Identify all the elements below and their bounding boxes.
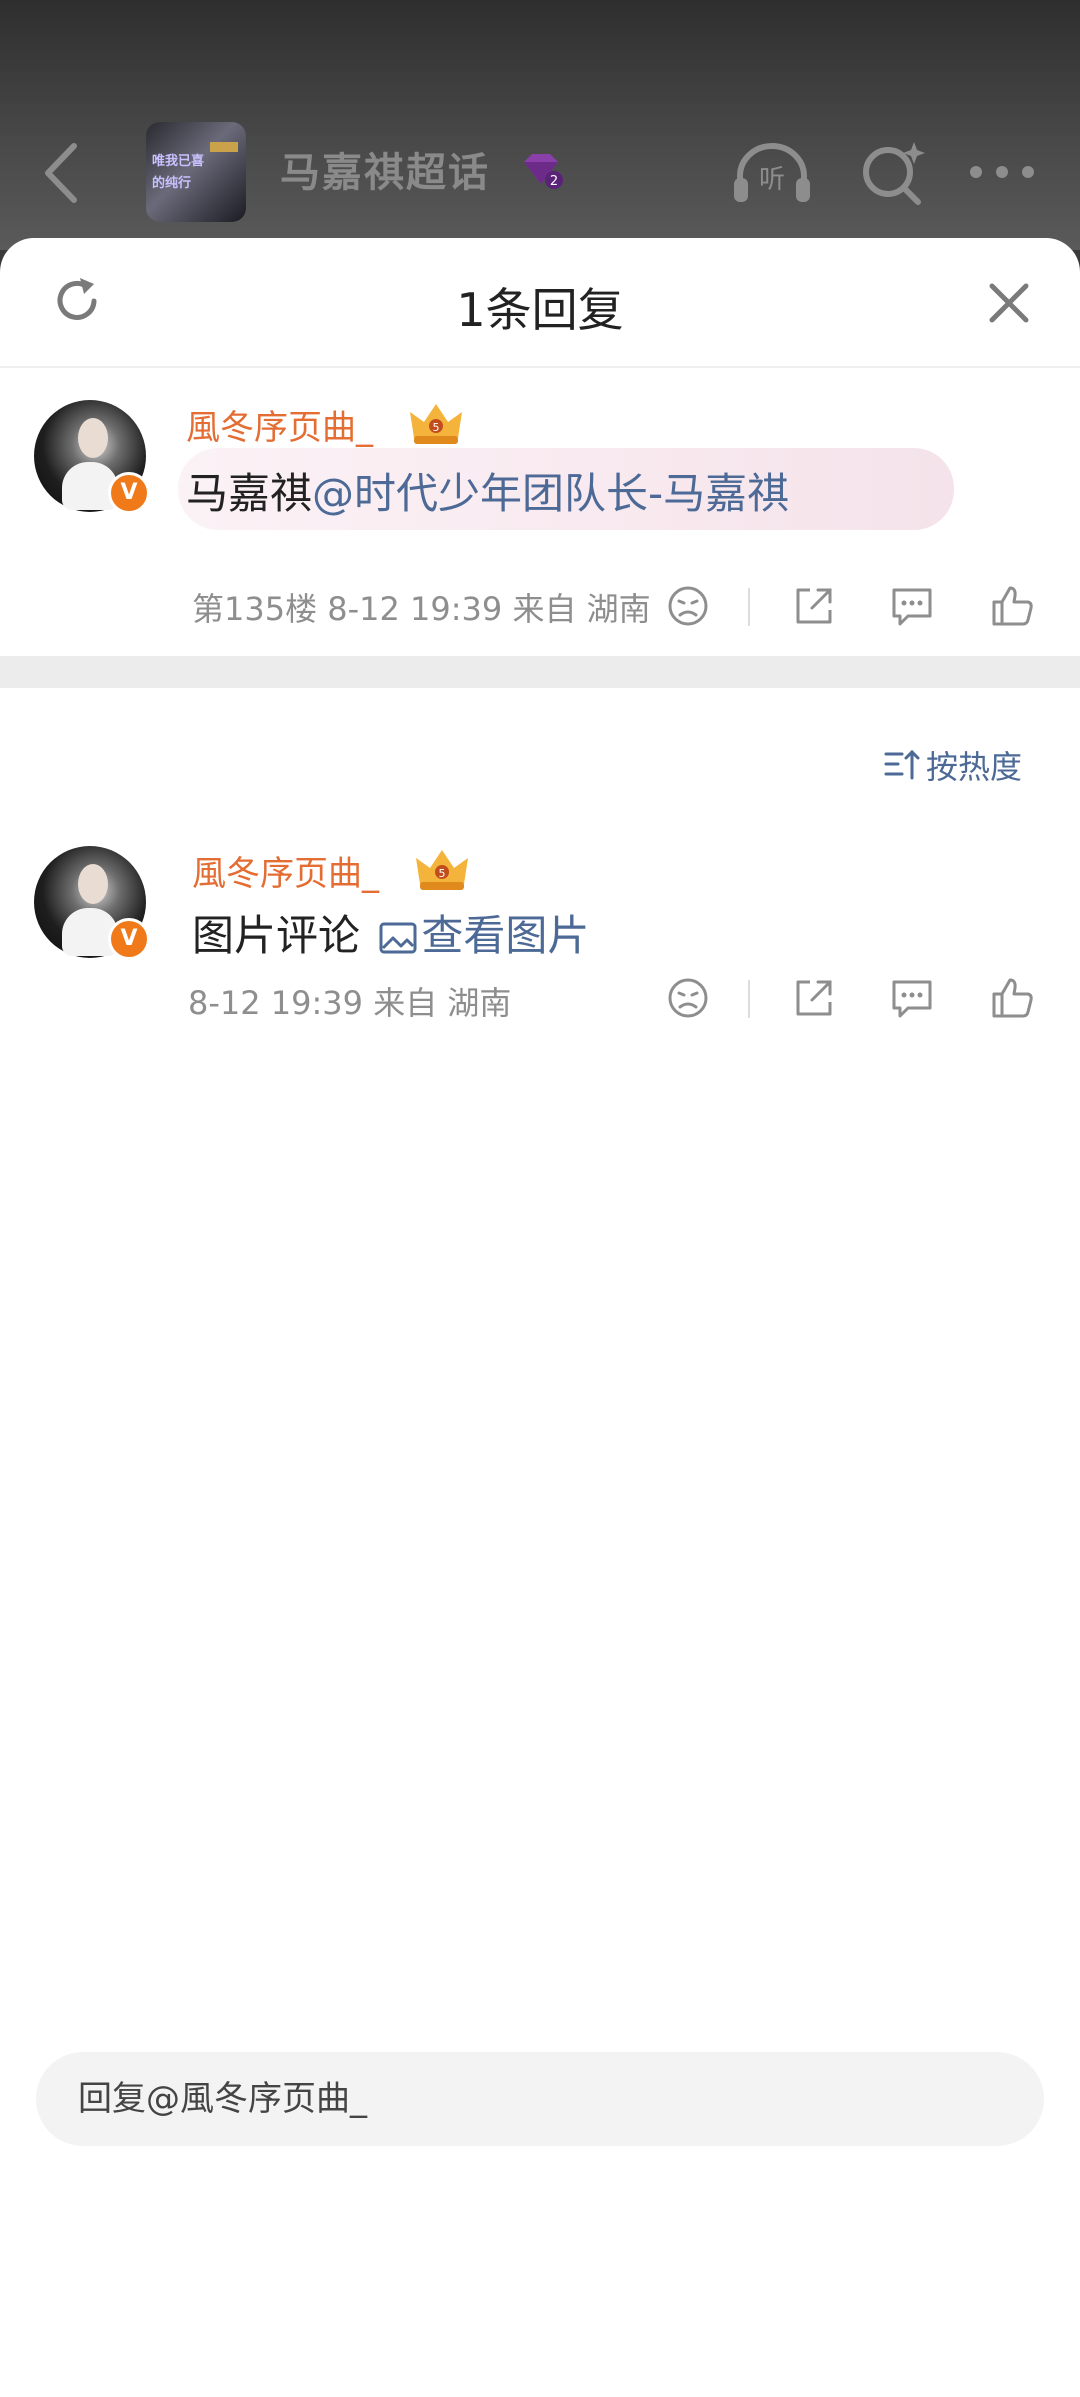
sort-by-hotness-button[interactable]: 按热度 — [884, 740, 1054, 788]
sort-icon — [884, 749, 920, 780]
topic-thumbnail[interactable]: 唯我已喜 的纯行 — [146, 122, 246, 222]
verified-badge: V — [108, 918, 150, 960]
comment-meta: 第135楼 8-12 19:39 来自 湖南 — [192, 590, 651, 628]
sheet-title: 1条回复 — [456, 283, 624, 337]
page-title[interactable]: 马嘉祺超话 — [280, 140, 490, 198]
verified-badge: V — [108, 472, 150, 514]
action-divider — [748, 980, 750, 1018]
avatar[interactable]: V — [34, 846, 150, 960]
gem-icon: 2 — [524, 154, 563, 189]
thumbnail-text-1: 唯我已喜 — [152, 154, 205, 169]
reply-text: 图片评论 查看图片 — [192, 902, 589, 963]
username[interactable]: 風冬序页曲_ — [192, 846, 379, 895]
sheet-header: 1条回复 — [0, 238, 1080, 368]
svg-text:5: 5 — [433, 421, 440, 434]
reply-item: V 風冬序页曲_ 5 图片评论 查看图片 8-12 19:39 来自 湖南 — [0, 838, 1080, 1022]
svg-text:2: 2 — [550, 174, 558, 189]
username[interactable]: 風冬序页曲_ — [186, 400, 373, 449]
comment-icon[interactable] — [888, 974, 936, 1022]
view-image-text: 查看图片 — [421, 911, 590, 960]
like-icon[interactable] — [988, 974, 1036, 1022]
sort-label: 按热度 — [926, 748, 1023, 786]
top-navigation-bar: 唯我已喜 的纯行 马嘉祺超话 2 听 — [0, 0, 1080, 250]
comment-icon[interactable] — [888, 582, 936, 630]
reply-meta: 8-12 19:39 来自 湖南 — [188, 984, 512, 1022]
mention-link[interactable]: @时代少年团队长-马嘉祺 — [312, 469, 789, 518]
share-icon[interactable] — [790, 582, 838, 630]
reply-text-content: 图片评论 — [192, 911, 361, 960]
avatar-face — [78, 864, 108, 904]
action-divider — [748, 588, 750, 626]
reply-input[interactable] — [36, 2052, 1044, 2146]
thumbnail-decoration — [210, 142, 238, 152]
like-icon[interactable] — [988, 582, 1036, 630]
avatar[interactable]: V — [34, 400, 150, 514]
emotion-icon[interactable] — [664, 582, 712, 630]
image-icon — [379, 922, 417, 954]
back-arrow-icon[interactable] — [38, 138, 86, 208]
listen-headphone-icon[interactable]: 听 — [730, 138, 814, 208]
original-comment: V 風冬序页曲_ 5 马嘉祺@时代少年团队长-马嘉祺 第135楼 8-12 19… — [0, 388, 1080, 638]
view-image-link[interactable]: 查看图片 — [373, 911, 589, 960]
thumbnail-text-2: 的纯行 — [152, 176, 192, 191]
section-separator — [0, 656, 1080, 688]
svg-text:5: 5 — [439, 867, 446, 880]
search-icon[interactable] — [858, 138, 928, 208]
svg-text:听: 听 — [759, 165, 785, 195]
close-icon[interactable] — [984, 278, 1034, 328]
share-icon[interactable] — [790, 974, 838, 1022]
comment-text: 马嘉祺@时代少年团队长-马嘉祺 — [186, 460, 789, 521]
emotion-icon[interactable] — [664, 974, 712, 1022]
comment-text-prefix: 马嘉祺 — [186, 469, 313, 518]
more-icon[interactable] — [966, 162, 1038, 182]
crown-icon: 5 — [410, 404, 462, 444]
avatar-face — [78, 418, 108, 458]
crown-icon: 5 — [416, 850, 468, 890]
